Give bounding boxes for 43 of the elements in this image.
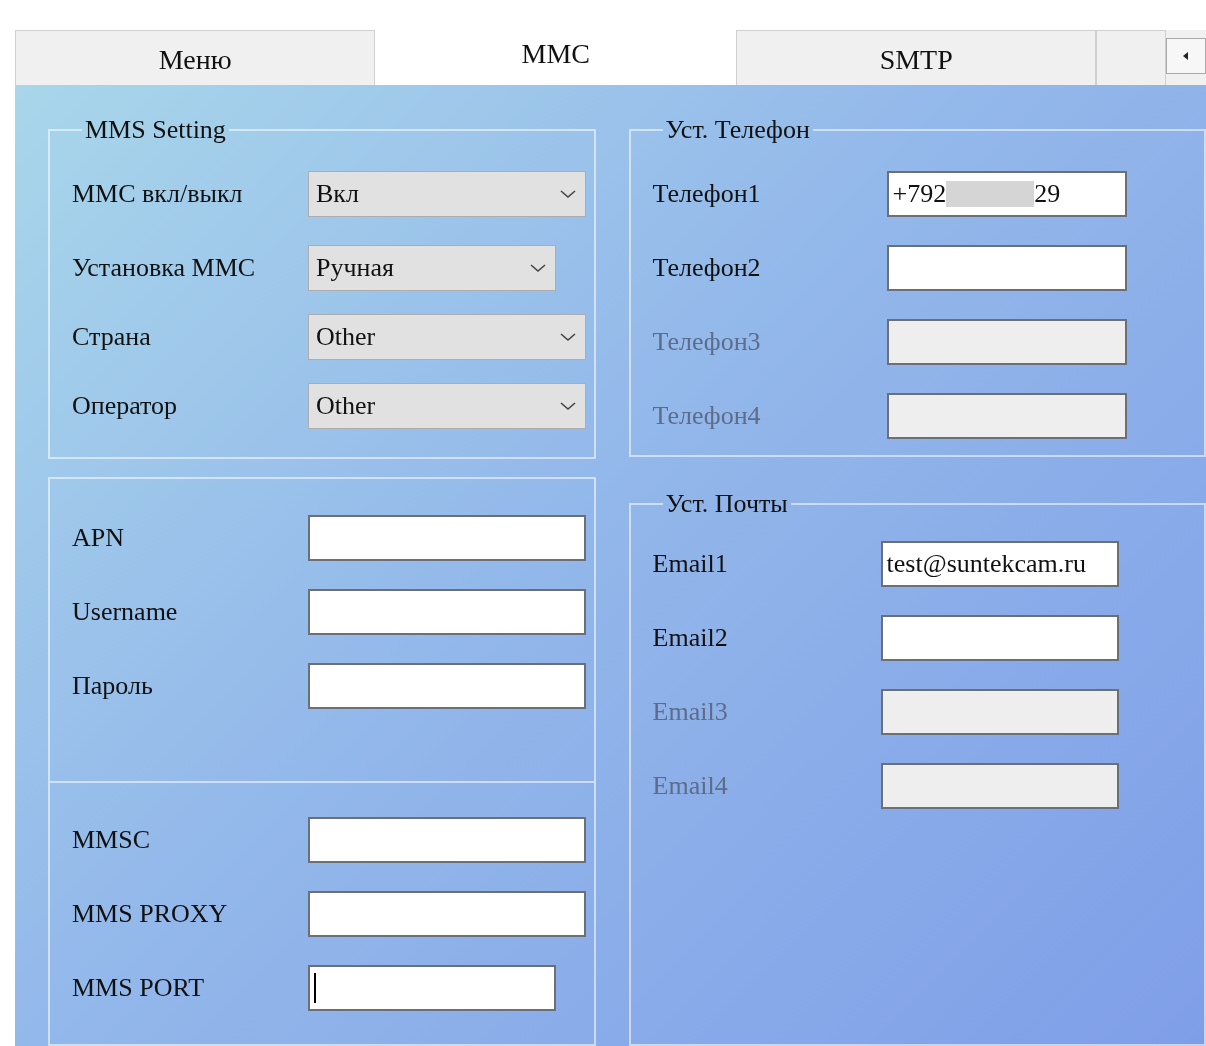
field-label: MMSC	[72, 825, 152, 855]
field-label: Пароль	[72, 671, 154, 701]
dropdown[interactable]: Other	[308, 314, 586, 360]
dropdown[interactable]: Ручная	[308, 245, 556, 291]
input-field[interactable]	[308, 515, 586, 561]
left-triangle-icon	[1182, 51, 1191, 61]
field-label: APN	[72, 523, 125, 553]
input-field[interactable]: +792 29	[886, 171, 1127, 217]
field-label: Телефон4	[652, 401, 762, 431]
tab[interactable]: ММС	[375, 30, 736, 85]
field-label: ММС вкл/выкл	[72, 179, 244, 209]
field-label: MMS PORT	[72, 973, 206, 1003]
input-field[interactable]: test@suntekcam.ru	[880, 541, 1119, 587]
field-label: MMS PROXY	[72, 899, 229, 929]
input-field[interactable]	[308, 817, 586, 863]
field-label: Установка ММС	[72, 253, 257, 283]
chevron-down-icon	[529, 263, 547, 273]
field-label: Телефон2	[652, 253, 762, 283]
dropdown[interactable]: Вкл	[308, 171, 586, 217]
field-label: Email1	[652, 549, 729, 579]
input-field[interactable]	[308, 891, 586, 937]
input-field[interactable]	[308, 965, 556, 1011]
chevron-down-icon	[559, 401, 577, 411]
input-field[interactable]	[886, 245, 1127, 291]
group-title: MMS Setting	[84, 115, 227, 145]
tab[interactable]: Меню	[15, 30, 376, 85]
field-label: Username	[72, 597, 179, 627]
field-label: Страна	[72, 322, 152, 352]
field-label: Телефон1	[652, 179, 762, 209]
field-label: Email2	[652, 623, 729, 653]
chevron-down-icon	[559, 189, 577, 199]
field-label: Оператор	[72, 391, 179, 421]
field-label: Email4	[652, 771, 729, 801]
group-title: Уст. Почты	[664, 489, 789, 519]
field-label: Email3	[652, 697, 729, 727]
input-field[interactable]	[308, 663, 586, 709]
tab[interactable]: SMTP	[735, 30, 1097, 85]
input-field[interactable]	[880, 615, 1119, 661]
input-field[interactable]	[308, 589, 586, 635]
group-title: Уст. Телефон	[664, 115, 811, 145]
field-label: Телефон3	[652, 327, 762, 357]
chevron-down-icon	[559, 332, 577, 342]
dropdown[interactable]: Other	[308, 383, 586, 429]
